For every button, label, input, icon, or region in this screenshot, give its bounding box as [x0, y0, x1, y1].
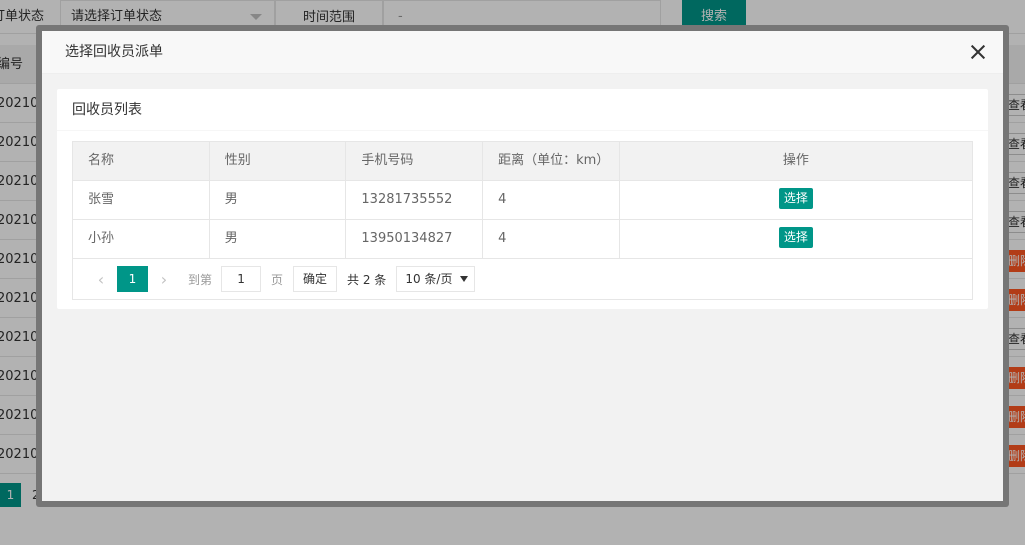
- cell-distance: 4: [483, 220, 620, 258]
- cell-distance: 4: [483, 181, 620, 219]
- column-header-phone: 手机号码: [346, 142, 484, 180]
- table-pager: ‹ 1 › 到第 1 页 确定 共 2 条 10 条/页: [73, 259, 972, 299]
- cell-gender: 男: [210, 220, 347, 258]
- chevron-right-icon[interactable]: ›: [150, 270, 178, 289]
- cell-action: 选择: [620, 220, 972, 258]
- collector-list-card: 回收员列表 名称 性别 手机号码 距离（单位：km） 操作 张雪 男 13281…: [57, 89, 988, 309]
- page-size-select[interactable]: 10 条/页: [396, 266, 476, 292]
- select-collector-button[interactable]: 选择: [778, 188, 813, 209]
- assign-collector-dialog: 选择回收员派单 回收员列表 名称 性别 手机号码 距离（单位：km） 操作 张雪…: [36, 25, 1009, 507]
- dialog-header: 选择回收员派单: [42, 31, 1003, 74]
- cell-phone: 13950134827: [346, 220, 484, 258]
- collector-table: 名称 性别 手机号码 距离（单位：km） 操作 张雪 男 13281735552…: [72, 141, 973, 300]
- column-header-name: 名称: [73, 142, 210, 180]
- total-count: 共 2 条: [347, 272, 387, 287]
- goto-page-input[interactable]: 1: [221, 266, 262, 292]
- table-row: 小孙 男 13950134827 4 选择: [73, 220, 972, 259]
- column-header-action: 操作: [782, 153, 809, 168]
- cell-action: 选择: [620, 181, 972, 219]
- current-page-button[interactable]: 1: [117, 266, 148, 292]
- table-row: 张雪 男 13281735552 4 选择: [73, 181, 972, 220]
- table-header-row: 名称 性别 手机号码 距离（单位：km） 操作: [73, 142, 972, 181]
- cell-name: 小孙: [73, 220, 210, 258]
- page-suffix-label: 页: [271, 272, 284, 287]
- select-collector-button[interactable]: 选择: [778, 227, 813, 248]
- column-header-gender: 性别: [210, 142, 347, 180]
- goto-confirm-button[interactable]: 确定: [293, 266, 338, 292]
- chevron-left-icon[interactable]: ‹: [87, 270, 115, 289]
- dialog-title: 选择回收员派单: [65, 44, 163, 60]
- goto-label: 到第: [188, 272, 213, 287]
- cell-name: 张雪: [73, 181, 210, 219]
- card-title: 回收员列表: [57, 89, 988, 131]
- page-size-value: 10 条/页: [405, 272, 453, 286]
- close-icon[interactable]: [969, 43, 987, 61]
- column-header-distance: 距离（单位：km）: [483, 142, 620, 180]
- caret-down-icon: [460, 276, 469, 282]
- cell-gender: 男: [210, 181, 347, 219]
- cell-phone: 13281735552: [346, 181, 484, 219]
